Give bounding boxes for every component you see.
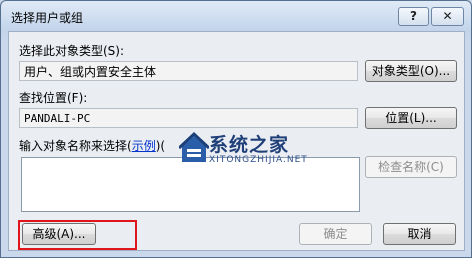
- house-logo-icon: [177, 131, 211, 162]
- watermark: 系统之家 XITONGZHIJIA.NET: [177, 130, 307, 169]
- names-label-suffix: )(: [155, 139, 166, 153]
- cancel-button[interactable]: 取消: [383, 223, 456, 245]
- names-label: 输入对象名称来选择(示例)(: [19, 137, 165, 154]
- location-label: 查找位置(F):: [19, 91, 88, 105]
- dialog-title: 选择用户或组: [11, 11, 84, 25]
- dialog-body: 选择此对象类型(S): 用户、组或内置安全主体 对象类型(O)... 查找位置(…: [8, 31, 465, 251]
- locations-button[interactable]: 位置(L)...: [365, 107, 457, 129]
- check-names-button[interactable]: 检查名称(C): [365, 156, 457, 178]
- title-bar[interactable]: 选择用户或组 ? ✕: [1, 1, 471, 31]
- object-types-button[interactable]: 对象类型(O)...: [365, 60, 457, 82]
- watermark-brand: 系统之家: [209, 134, 290, 156]
- object-type-field: 用户、组或内置安全主体: [19, 61, 358, 81]
- object-type-label: 选择此对象类型(S):: [19, 44, 125, 58]
- watermark-url: XITONGZHIJIA.NET: [209, 155, 308, 165]
- close-button[interactable]: ✕: [431, 7, 464, 26]
- ok-button[interactable]: 确定: [299, 223, 372, 245]
- location-field: PANDALI-PC: [19, 108, 358, 128]
- names-label-prefix: 输入对象名称来选择(: [19, 139, 132, 153]
- advanced-highlight-box: [18, 220, 137, 250]
- examples-link[interactable]: 示例: [132, 139, 156, 153]
- select-users-dialog: 选择用户或组 ? ✕ 选择此对象类型(S): 用户、组或内置安全主体 对象类型(…: [0, 0, 472, 258]
- help-button[interactable]: ?: [398, 7, 429, 26]
